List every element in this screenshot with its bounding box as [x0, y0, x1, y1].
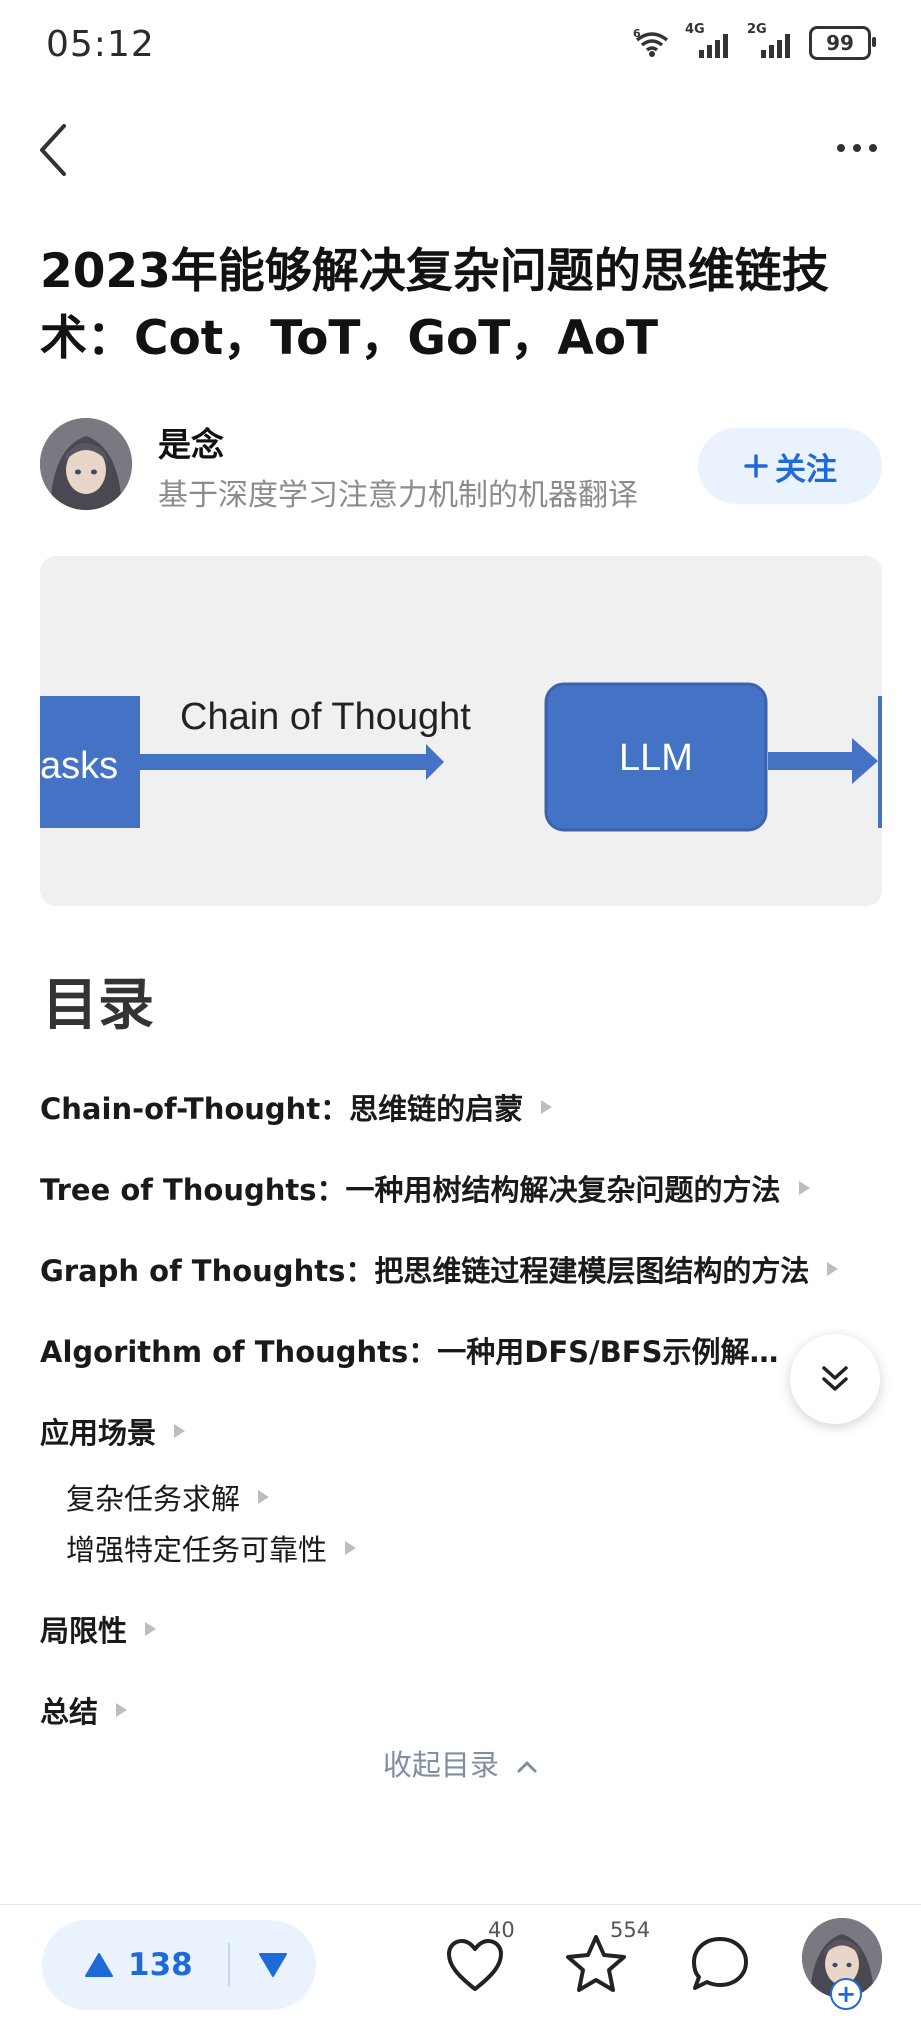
cot-diagram: asks Chain of Thought LLM [40, 682, 882, 832]
triangle-up-icon [85, 1953, 113, 1977]
toc-item-label: Algorithm of Thoughts：一种用DFS/BFS示例解决问题的方… [40, 1335, 800, 1369]
toc-item[interactable]: Algorithm of Thoughts：一种用DFS/BFS示例解决问题的方… [40, 1329, 800, 1371]
double-chevron-down-icon [822, 1366, 848, 1391]
scroll-down-button[interactable] [790, 1334, 880, 1424]
wifi-badge: 6 [633, 28, 641, 40]
toc-item-label: Graph of Thoughts：把思维链过程建模层图结构的方法 [40, 1254, 810, 1288]
more-button[interactable] [827, 128, 887, 168]
triangle-right-icon [145, 1622, 157, 1636]
wifi-icon: 6 [633, 28, 669, 57]
star-icon [566, 1935, 626, 1992]
triangle-right-icon [541, 1100, 553, 1114]
toc-subitem-label: 增强特定任务可靠性 [66, 1533, 328, 1567]
triangle-down-icon [258, 1953, 287, 1977]
llm-label: LLM [619, 737, 693, 779]
follow-button[interactable]: 关注 [698, 428, 882, 504]
battery-level: 99 [826, 31, 854, 55]
author-bio: 基于深度学习注意力机制的机器翻译 [158, 478, 638, 513]
like-count: 40 [488, 1918, 515, 1942]
plus-icon: + [835, 1980, 857, 2008]
toc-item[interactable]: 局限性 [40, 1608, 157, 1650]
triangle-right-icon [116, 1703, 128, 1717]
toc-item-label: Tree of Thoughts：一种用树结构解决复杂问题的方法 [40, 1173, 781, 1207]
arrow-shaft [140, 754, 430, 770]
network-type-label-2: 2G [747, 22, 767, 37]
collapse-toc-label: 收起目录 [382, 1748, 499, 1782]
comment-icon [692, 1937, 748, 1990]
triangle-right-icon [798, 1181, 810, 1195]
status-icons: 6 4G 2G 99 [633, 22, 876, 60]
downvote-button[interactable] [230, 1952, 316, 1978]
author-avatar[interactable] [40, 418, 132, 510]
triangle-right-icon [174, 1424, 186, 1438]
upvote-button[interactable]: 138 [42, 1947, 228, 1983]
plus-icon [744, 454, 768, 478]
toc-item-label: 局限性 [40, 1614, 128, 1648]
tasks-label: asks [40, 745, 118, 787]
follow-plus-badge[interactable]: + [830, 1978, 862, 2010]
toc-heading: 目录 [42, 973, 154, 1038]
toc-item-label: 总结 [40, 1695, 99, 1729]
toc-subitem[interactable]: 复杂任务求解 [66, 1476, 270, 1518]
more-horizontal-icon [837, 144, 845, 152]
toc-item-label: Chain-of-Thought：思维链的启蒙 [40, 1092, 524, 1126]
toc-subitem[interactable]: 增强特定任务可靠性 [66, 1527, 357, 1569]
toc-item-label: 应用场景 [40, 1416, 157, 1450]
article-cover-image[interactable]: asks Chain of Thought LLM [40, 556, 882, 906]
chevron-up-icon [517, 1761, 537, 1773]
toc-item[interactable]: Graph of Thoughts：把思维链过程建模层图结构的方法 [40, 1248, 839, 1290]
vote-control: 138 [42, 1920, 316, 2010]
arrow-head [426, 744, 444, 780]
toc-item[interactable]: 应用场景 [40, 1410, 186, 1452]
chevron-left-icon [40, 124, 66, 176]
collapse-toc-button[interactable]: 收起目录 [0, 1742, 921, 1784]
author-name[interactable]: 是念 [158, 418, 224, 466]
upvote-count: 138 [128, 1947, 193, 1983]
back-button[interactable] [34, 118, 82, 182]
avatar-illustration [40, 418, 132, 510]
triangle-right-icon [345, 1541, 357, 1555]
comment-button[interactable] [684, 1928, 756, 2000]
network-type-label: 4G [685, 22, 705, 37]
arrow-shaft-2 [768, 752, 858, 770]
toc-item[interactable]: Tree of Thoughts：一种用树结构解决复杂问题的方法 [40, 1167, 810, 1209]
heart-icon [447, 1939, 503, 1991]
triangle-right-icon [827, 1262, 839, 1276]
toc-item[interactable]: 总结 [40, 1689, 128, 1731]
triangle-right-icon [258, 1490, 270, 1504]
status-time: 05:12 [46, 24, 155, 65]
follow-label: 关注 [775, 451, 837, 488]
toc-subitem-label: 复杂任务求解 [66, 1482, 241, 1516]
signal-strength-icon-2: 2G [747, 22, 795, 58]
article-title: 2023年能够解决复杂问题的思维链技术：Cot，ToT，GoT，AoT [40, 244, 829, 366]
favorite-count: 554 [610, 1918, 651, 1942]
toc-item[interactable]: Chain-of-Thought：思维链的启蒙 [40, 1086, 553, 1128]
arrow-label: Chain of Thought [180, 696, 471, 738]
signal-strength-icon: 4G [685, 22, 733, 58]
arrow-head-2 [852, 738, 878, 784]
battery-icon: 99 [809, 26, 876, 60]
